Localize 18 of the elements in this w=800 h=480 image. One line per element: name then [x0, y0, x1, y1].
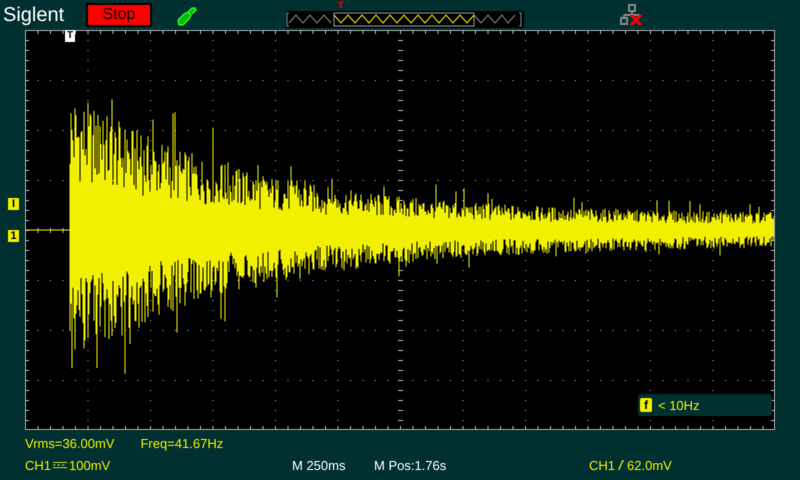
counter-icon: f — [640, 398, 652, 412]
horizontal-position: M Pos:1.76s — [374, 458, 448, 472]
position-marker: T — [338, 0, 344, 10]
measurement-reading: Freq=41.67Hz — [140, 436, 224, 450]
timebase: M 250ms — [292, 458, 346, 472]
dc-coupling-icon — [53, 461, 68, 469]
counter-reading: < 10Hz — [658, 398, 700, 412]
rising-edge-icon — [618, 458, 624, 472]
run-state-indicator: Stop — [86, 3, 152, 27]
trigger-level: 62.0mV — [627, 458, 672, 472]
channel-label: CH1 — [25, 458, 52, 472]
vertical-scale: 100mV — [69, 458, 110, 472]
trigger-source: CH1 — [589, 458, 616, 472]
channel-marker[interactable]: I — [8, 198, 19, 210]
measurement-reading: Vrms=36.00mV — [25, 436, 114, 450]
brand-label: Siglent — [3, 4, 66, 26]
channel-marker[interactable]: 1 — [8, 230, 19, 242]
trigger-position-marker: T — [65, 30, 75, 42]
